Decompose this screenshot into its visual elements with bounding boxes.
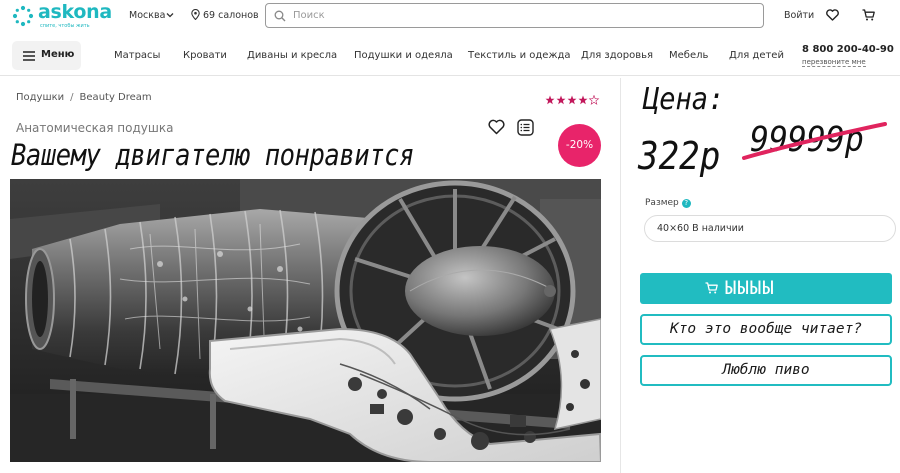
cart-icon[interactable] <box>862 9 875 21</box>
product-image <box>10 179 601 462</box>
add-to-cart-label: ЫЫЫЫ <box>725 277 775 299</box>
question-button-label: Кто это вообще читает? <box>669 321 863 337</box>
nav-item-sofas[interactable]: Диваны и кресла <box>247 50 337 61</box>
breadcrumb-item-pillows[interactable]: Подушки <box>16 92 64 103</box>
breadcrumb-separator: / <box>70 92 74 103</box>
column-divider <box>620 78 621 473</box>
rating-stars <box>545 95 600 105</box>
product-title: Вашему двигателю понравится <box>11 138 414 172</box>
nav-item-beds[interactable]: Кровати <box>183 50 227 61</box>
location-pin-icon <box>191 9 200 20</box>
nav-item-textile[interactable]: Текстиль и одежда <box>468 50 571 61</box>
phone-number[interactable]: 8 800 200-40-90 <box>802 44 894 55</box>
nav-item-mattresses[interactable]: Матрасы <box>114 50 160 61</box>
hamburger-icon <box>23 51 35 61</box>
cart-icon <box>705 282 718 294</box>
askona-logo[interactable]: askona спите, чтобы жить <box>12 1 112 31</box>
logo-dots-icon <box>12 5 34 27</box>
current-price: 322р <box>638 134 721 178</box>
discount-badge: -20% <box>558 124 601 167</box>
top-header: askona спите, чтобы жить Москва 69 салон… <box>0 0 900 34</box>
nav-item-pillows[interactable]: Подушки и одеяла <box>354 50 453 61</box>
search-bar[interactable] <box>265 3 764 28</box>
nav-item-health[interactable]: Для здоровья <box>581 50 653 61</box>
help-icon[interactable]: ? <box>681 199 691 208</box>
add-to-favorites-icon[interactable] <box>488 119 505 135</box>
search-input[interactable] <box>293 7 753 24</box>
nav-item-furniture[interactable]: Мебель <box>669 50 708 61</box>
jet-engine-photo <box>10 179 601 462</box>
size-select[interactable]: 40×60 В наличии <box>644 215 896 242</box>
product-category: Анатомическая подушка <box>16 121 174 135</box>
menu-button[interactable]: Меню <box>12 41 81 70</box>
size-value: 40×60 В наличии <box>657 223 744 234</box>
compare-list-icon[interactable] <box>517 119 534 136</box>
search-icon <box>274 10 286 22</box>
question-button[interactable]: Кто это вообще читает? <box>640 314 892 345</box>
nav-item-kids[interactable]: Для детей <box>729 50 784 61</box>
menu-label: Меню <box>41 49 75 60</box>
logo-tagline: спите, чтобы жить <box>40 23 90 29</box>
main-navigation: Меню Матрасы Кровати Диваны и кресла Под… <box>0 38 900 76</box>
callback-link[interactable]: перезвоните мне <box>802 58 866 67</box>
city-selector[interactable]: Москва <box>129 10 165 21</box>
beer-button[interactable]: Люблю пиво <box>640 355 892 386</box>
login-link[interactable]: Войти <box>784 10 814 21</box>
beer-button-label: Люблю пиво <box>722 362 810 378</box>
salons-link[interactable]: 69 салонов <box>203 10 259 21</box>
size-label: Размер? <box>645 198 691 208</box>
breadcrumb: Подушки / Beauty Dream <box>16 92 152 103</box>
chevron-down-icon[interactable] <box>166 11 174 19</box>
favorites-heart-icon[interactable] <box>826 9 839 21</box>
add-to-cart-button[interactable]: ЫЫЫЫ <box>640 273 892 304</box>
logo-wordmark: askona <box>38 1 112 23</box>
breadcrumb-item-current[interactable]: Beauty Dream <box>80 92 152 103</box>
size-label-text: Размер <box>645 198 679 208</box>
price-label: Цена: <box>643 82 725 117</box>
price-strikethrough <box>742 122 887 160</box>
